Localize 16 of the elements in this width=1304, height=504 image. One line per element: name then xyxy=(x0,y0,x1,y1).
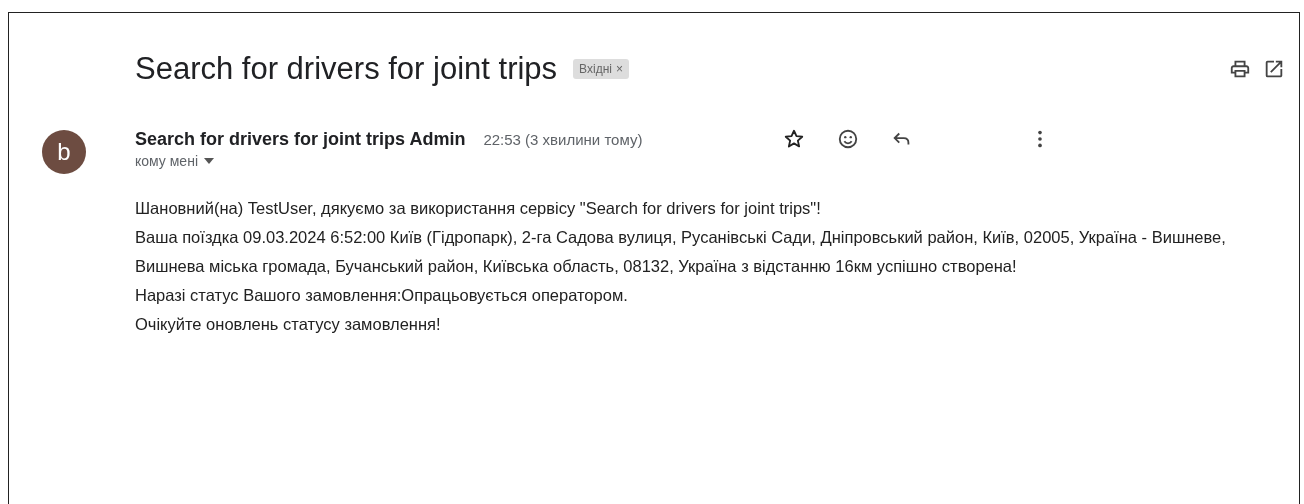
message-paragraph: Ваша поїздка 09.03.2024 6:52:00 Київ (Гідропарк), 2-га Садова вулиця, Русанівські Сади, Дніпровський район, Київ, 02005, Україна - Вишневе, Вишнева міська громада, Бучанський район, Київська область, 08132, Україна з відстанню 16км успішно створена! xyxy=(135,227,1227,277)
sender-avatar: b xyxy=(42,130,86,174)
emoji-icon[interactable] xyxy=(837,128,860,150)
caret-icon xyxy=(204,158,214,164)
recipient-dropdown[interactable]: кому мені xyxy=(135,153,214,169)
print-icon[interactable] xyxy=(1229,58,1251,80)
message-paragraph: Наразі статус Вашого замовлення:Опрацьовується оператором. xyxy=(135,285,629,306)
open-in-new-window-icon[interactable] xyxy=(1263,58,1285,80)
sender-name: Search for drivers for joint trips Admin xyxy=(135,128,466,150)
star-icon[interactable] xyxy=(783,128,806,150)
email-subject: Search for drivers for joint trips xyxy=(135,51,558,87)
remove-label-button[interactable]: × xyxy=(615,62,623,76)
label-chip[interactable]: Вхідні × xyxy=(573,59,629,79)
message-paragraph: Шановний(на) TestUser, дякуємо за використання сервісу "Search for drivers for joint trips"! xyxy=(135,198,822,219)
message-paragraph: Очікуйте оновлень статусу замовлення! xyxy=(135,314,442,335)
timestamp: 22:53 (3 хвилини тому) xyxy=(483,130,644,148)
